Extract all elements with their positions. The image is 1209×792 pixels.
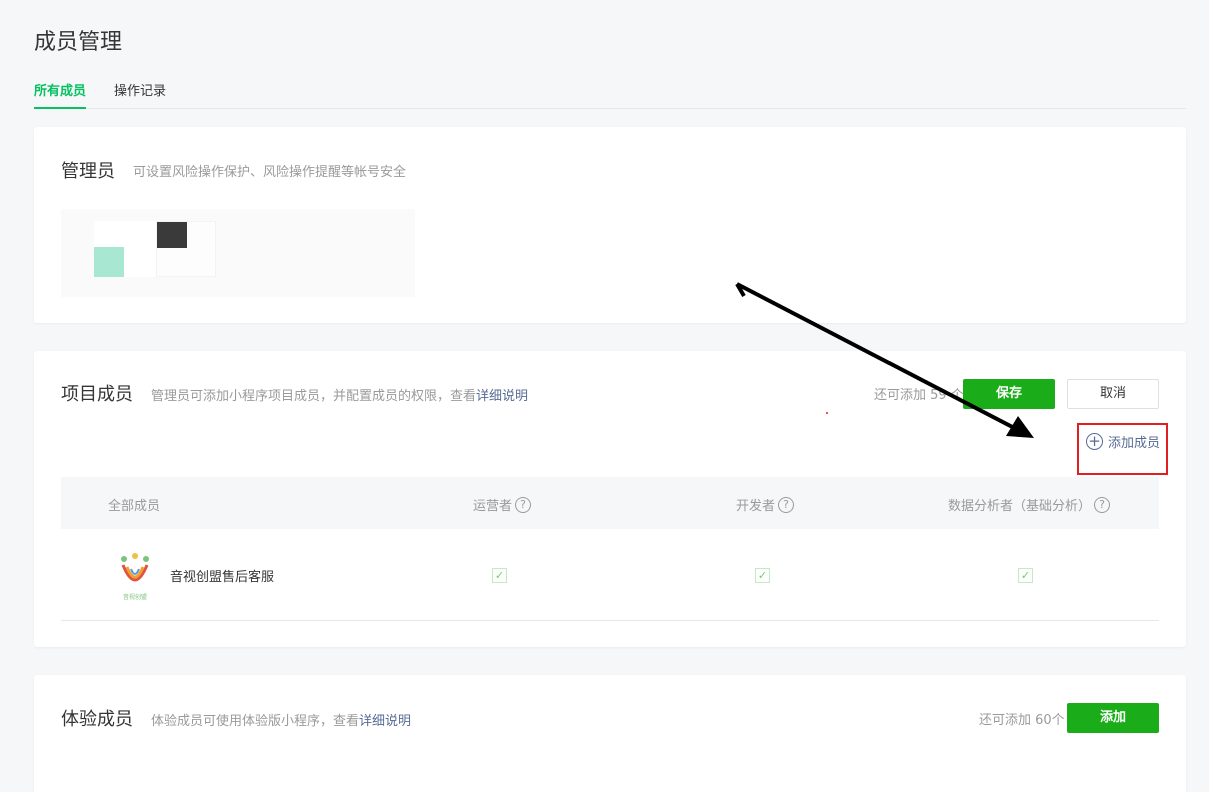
trial-detail-link[interactable]: 详细说明: [359, 714, 411, 729]
table-row: 音视创盟 音视创盟售后客服 ✓ ✓ ✓: [61, 529, 1159, 621]
question-icon[interactable]: ?: [778, 496, 795, 513]
admin-section-desc: 可设置风险操作保护、风险操作提醒等帐号安全: [133, 165, 407, 180]
project-members-card: 项目成员 管理员可添加小程序项目成员，并配置成员的权限，查看详细说明 还可添加 …: [34, 351, 1186, 647]
admin-card: 管理员 可设置风险操作保护、风险操作提醒等帐号安全: [34, 127, 1186, 323]
project-section-title: 项目成员: [61, 384, 133, 405]
admin-avatar-list: [61, 209, 415, 297]
tab-bar: 所有成员 操作记录: [34, 78, 1186, 109]
column-developer: 开发者?: [736, 495, 795, 514]
tab-all-members[interactable]: 所有成员: [34, 80, 87, 109]
cancel-button[interactable]: 取消: [1067, 379, 1159, 409]
trial-section-title: 体验成员: [61, 709, 133, 730]
column-data-analyst: 数据分析者（基础分析）?: [948, 495, 1111, 514]
members-table-header: 全部成员 运营者? 开发者? 数据分析者（基础分析）?: [61, 477, 1159, 529]
project-section-desc: 管理员可添加小程序项目成员，并配置成员的权限，查看详细说明: [151, 385, 528, 404]
page-title: 成员管理: [34, 30, 123, 55]
trial-desc-text: 体验成员可使用体验版小程序，查看: [151, 714, 360, 729]
column-all-members: 全部成员: [108, 499, 161, 514]
question-icon[interactable]: ?: [515, 496, 532, 513]
column-operator: 运营者?: [473, 495, 532, 514]
member-logo: 音视创盟: [121, 553, 149, 601]
admin-avatar[interactable]: [94, 221, 156, 277]
add-member-button[interactable]: + 添加成员: [1086, 432, 1160, 451]
plus-circle-icon: +: [1086, 433, 1103, 450]
developer-checkbox[interactable]: ✓: [755, 568, 770, 583]
data-analyst-checkbox[interactable]: ✓: [1018, 568, 1033, 583]
operator-checkbox[interactable]: ✓: [492, 568, 507, 583]
save-button[interactable]: 保存: [963, 379, 1055, 409]
trial-section-desc: 体验成员可使用体验版小程序，查看详细说明: [151, 710, 411, 729]
question-icon[interactable]: ?: [1094, 496, 1111, 513]
add-trial-member-button[interactable]: 添加: [1067, 703, 1159, 733]
project-desc-text: 管理员可添加小程序项目成员，并配置成员的权限，查看: [151, 389, 477, 404]
member-name: 音视创盟售后客服: [170, 570, 275, 585]
project-detail-link[interactable]: 详细说明: [476, 389, 528, 404]
admin-avatar[interactable]: [156, 221, 216, 277]
trial-members-card: 体验成员 体验成员可使用体验版小程序，查看详细说明 还可添加 60个 添加: [34, 675, 1186, 792]
add-member-label: 添加成员: [1108, 436, 1161, 451]
member-logo-caption: 音视创盟: [123, 593, 147, 601]
tab-operation-log[interactable]: 操作记录: [114, 80, 166, 107]
admin-section-title: 管理员: [61, 161, 115, 182]
project-remain-count: 还可添加 59 个: [874, 388, 964, 403]
trial-remain-count: 还可添加 60个: [979, 713, 1065, 728]
